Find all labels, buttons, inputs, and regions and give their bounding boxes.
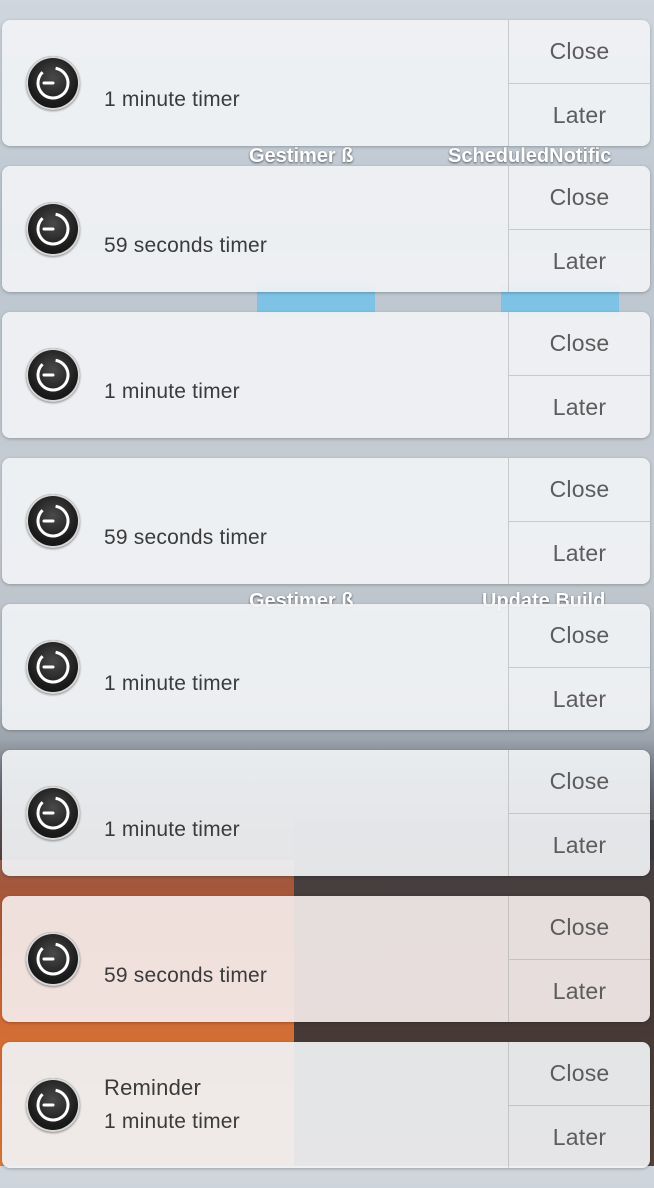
- close-button[interactable]: Close: [509, 20, 650, 83]
- notification-stack: 1 minute timer Close Later 59 seconds ti…: [2, 20, 650, 1188]
- notification-banner[interactable]: 1 minute timer Close Later: [2, 750, 650, 876]
- later-button[interactable]: Later: [509, 959, 650, 1022]
- timer-icon: [26, 494, 80, 548]
- later-button[interactable]: Later: [509, 229, 650, 292]
- timer-icon: [26, 932, 80, 986]
- notification-banner[interactable]: 59 seconds timer Close Later: [2, 896, 650, 1022]
- notification-banner[interactable]: 1 minute timer Close Later: [2, 20, 650, 146]
- close-button[interactable]: Close: [509, 312, 650, 375]
- notification-actions: Close Later: [508, 312, 650, 438]
- timer-icon: [26, 56, 80, 110]
- later-button[interactable]: Later: [509, 375, 650, 438]
- notification-actions: Close Later: [508, 458, 650, 584]
- notification-content: 59 seconds timer: [104, 458, 500, 584]
- later-button[interactable]: Later: [509, 521, 650, 584]
- later-button[interactable]: Later: [509, 1105, 650, 1168]
- notification-banner[interactable]: Reminder 1 minute timer Close Later: [2, 1042, 650, 1168]
- close-button[interactable]: Close: [509, 750, 650, 813]
- notification-message: 1 minute timer: [104, 1110, 240, 1133]
- notification-content: 59 seconds timer: [104, 896, 500, 1022]
- notification-actions: Close Later: [508, 166, 650, 292]
- notification-banner[interactable]: 59 seconds timer Close Later: [2, 166, 650, 292]
- notification-message: 59 seconds timer: [104, 234, 268, 257]
- notification-banner[interactable]: 1 minute timer Close Later: [2, 312, 650, 438]
- notification-message: 1 minute timer: [104, 88, 240, 111]
- timer-icon: [26, 1078, 80, 1132]
- notification-content: Reminder 1 minute timer: [104, 1042, 500, 1168]
- close-button[interactable]: Close: [509, 604, 650, 667]
- close-button[interactable]: Close: [509, 896, 650, 959]
- timer-icon: [26, 786, 80, 840]
- close-button[interactable]: Close: [509, 1042, 650, 1105]
- later-button[interactable]: Later: [509, 83, 650, 146]
- notification-message: 1 minute timer: [104, 818, 240, 841]
- notification-message: 1 minute timer: [104, 380, 240, 403]
- notification-message: 1 minute timer: [104, 672, 240, 695]
- notification-message: 59 seconds timer: [104, 526, 268, 549]
- notification-content: 1 minute timer: [104, 312, 500, 438]
- notification-title: Reminder: [104, 1075, 201, 1100]
- notification-message: 59 seconds timer: [104, 964, 268, 987]
- notification-actions: Close Later: [508, 896, 650, 1022]
- close-button[interactable]: Close: [509, 458, 650, 521]
- later-button[interactable]: Later: [509, 667, 650, 730]
- notification-content: 1 minute timer: [104, 20, 500, 146]
- notification-content: 59 seconds timer: [104, 166, 500, 292]
- timer-icon: [26, 348, 80, 402]
- timer-icon: [26, 202, 80, 256]
- later-button[interactable]: Later: [509, 813, 650, 876]
- close-button[interactable]: Close: [509, 166, 650, 229]
- timer-icon: [26, 640, 80, 694]
- notification-content: 1 minute timer: [104, 750, 500, 876]
- notification-actions: Close Later: [508, 604, 650, 730]
- notification-content: 1 minute timer: [104, 604, 500, 730]
- notification-banner[interactable]: 1 minute timer Close Later: [2, 604, 650, 730]
- notification-banner[interactable]: 59 seconds timer Close Later: [2, 458, 650, 584]
- notification-actions: Close Later: [508, 1042, 650, 1168]
- notification-actions: Close Later: [508, 750, 650, 876]
- notification-actions: Close Later: [508, 20, 650, 146]
